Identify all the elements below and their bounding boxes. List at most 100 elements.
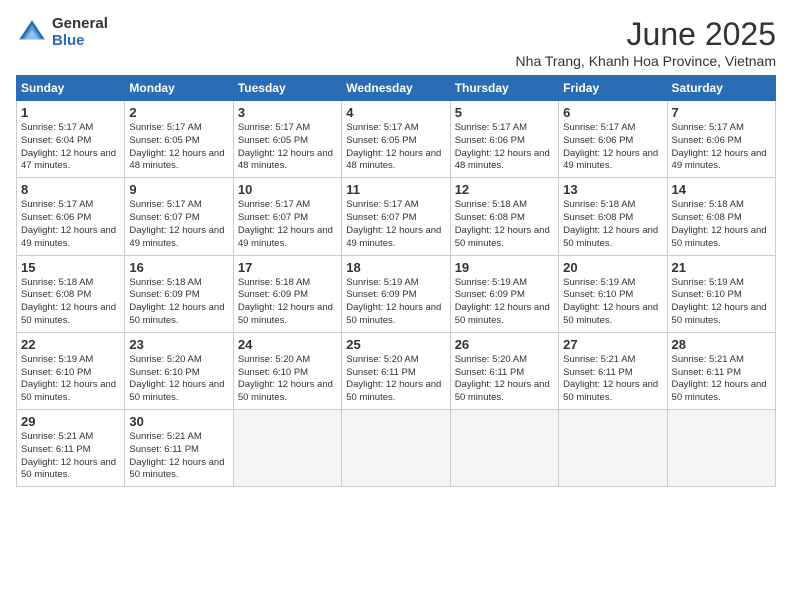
day-info: Sunrise: 5:18 AMSunset: 6:08 PMDaylight:… <box>563 199 662 250</box>
day-number: 30 <box>129 414 228 429</box>
day-info: Sunrise: 5:19 AMSunset: 6:10 PMDaylight:… <box>563 277 662 328</box>
day-info: Sunrise: 5:21 AMSunset: 6:11 PMDaylight:… <box>563 354 662 405</box>
calendar-cell: 25Sunrise: 5:20 AMSunset: 6:11 PMDayligh… <box>342 332 450 409</box>
calendar-week-3: 15 Sunrise: 5:18 AMSunset: 6:08 PMDayligh… <box>17 255 776 332</box>
calendar-cell: 27Sunrise: 5:21 AMSunset: 6:11 PMDayligh… <box>559 332 667 409</box>
calendar-cell: 14 Sunrise: 5:18 AMSunset: 6:08 PMDayligh… <box>667 178 775 255</box>
day-info: Sunrise: 5:17 AMSunset: 6:06 PMDaylight:… <box>563 122 662 173</box>
calendar-cell: 21 Sunrise: 5:19 AMSunset: 6:10 PMDayligh… <box>667 255 775 332</box>
day-info: Sunrise: 5:17 AMSunset: 6:04 PMDaylight:… <box>21 122 120 173</box>
day-number: 13 <box>563 182 662 197</box>
day-number: 10 <box>238 182 337 197</box>
calendar-cell: 2 Sunrise: 5:17 AMSunset: 6:05 PMDaylight… <box>125 101 233 178</box>
calendar-cell: 18Sunrise: 5:19 AMSunset: 6:09 PMDayligh… <box>342 255 450 332</box>
logo-icon <box>16 17 48 49</box>
day-number: 26 <box>455 337 554 352</box>
day-number: 9 <box>129 182 228 197</box>
day-info: Sunrise: 5:18 AMSunset: 6:08 PMDaylight:… <box>21 277 120 328</box>
calendar-cell: 3 Sunrise: 5:17 AMSunset: 6:05 PMDaylight… <box>233 101 341 178</box>
title-block: June 2025 Nha Trang, Khanh Hoa Province,… <box>516 16 776 69</box>
calendar-cell: 5 Sunrise: 5:17 AMSunset: 6:06 PMDaylight… <box>450 101 558 178</box>
calendar-cell: 10Sunrise: 5:17 AMSunset: 6:07 PMDayligh… <box>233 178 341 255</box>
day-number: 8 <box>21 182 120 197</box>
day-info: Sunrise: 5:19 AMSunset: 6:09 PMDaylight:… <box>346 277 445 328</box>
day-number: 1 <box>21 105 120 120</box>
day-number: 2 <box>129 105 228 120</box>
calendar-cell: 20 Sunrise: 5:19 AMSunset: 6:10 PMDayligh… <box>559 255 667 332</box>
day-info: Sunrise: 5:17 AMSunset: 6:05 PMDaylight:… <box>346 122 445 173</box>
day-info: Sunrise: 5:19 AMSunset: 6:09 PMDaylight:… <box>455 277 554 328</box>
calendar-week-1: 1 Sunrise: 5:17 AMSunset: 6:04 PMDaylight… <box>17 101 776 178</box>
calendar-cell: 7 Sunrise: 5:17 AMSunset: 6:06 PMDaylight… <box>667 101 775 178</box>
calendar-cell: 8 Sunrise: 5:17 AMSunset: 6:06 PMDaylight… <box>17 178 125 255</box>
day-number: 24 <box>238 337 337 352</box>
day-number: 4 <box>346 105 445 120</box>
day-header-thursday: Thursday <box>450 76 558 101</box>
calendar-week-2: 8 Sunrise: 5:17 AMSunset: 6:06 PMDaylight… <box>17 178 776 255</box>
day-info: Sunrise: 5:17 AMSunset: 6:06 PMDaylight:… <box>21 199 120 250</box>
day-number: 12 <box>455 182 554 197</box>
calendar-cell <box>233 410 341 487</box>
calendar-cell: 12 Sunrise: 5:18 AMSunset: 6:08 PMDayligh… <box>450 178 558 255</box>
day-info: Sunrise: 5:20 AMSunset: 6:10 PMDaylight:… <box>238 354 337 405</box>
day-number: 22 <box>21 337 120 352</box>
day-info: Sunrise: 5:19 AMSunset: 6:10 PMDaylight:… <box>21 354 120 405</box>
day-info: Sunrise: 5:17 AMSunset: 6:06 PMDaylight:… <box>672 122 771 173</box>
day-number: 6 <box>563 105 662 120</box>
day-info: Sunrise: 5:21 AMSunset: 6:11 PMDaylight:… <box>21 431 120 482</box>
calendar-cell: 17Sunrise: 5:18 AMSunset: 6:09 PMDayligh… <box>233 255 341 332</box>
day-info: Sunrise: 5:21 AMSunset: 6:11 PMDaylight:… <box>672 354 771 405</box>
calendar-cell: 6 Sunrise: 5:17 AMSunset: 6:06 PMDaylight… <box>559 101 667 178</box>
page-header: General Blue June 2025 Nha Trang, Khanh … <box>16 16 776 69</box>
day-header-monday: Monday <box>125 76 233 101</box>
calendar-cell: 30 Sunrise: 5:21 AMSunset: 6:11 PMDayligh… <box>125 410 233 487</box>
calendar-cell: 16 Sunrise: 5:18 AMSunset: 6:09 PMDayligh… <box>125 255 233 332</box>
day-info: Sunrise: 5:18 AMSunset: 6:08 PMDaylight:… <box>455 199 554 250</box>
calendar-cell <box>667 410 775 487</box>
day-number: 25 <box>346 337 445 352</box>
day-info: Sunrise: 5:18 AMSunset: 6:08 PMDaylight:… <box>672 199 771 250</box>
location-text: Nha Trang, Khanh Hoa Province, Vietnam <box>516 53 776 69</box>
month-year-title: June 2025 <box>516 16 776 53</box>
calendar-cell: 29 Sunrise: 5:21 AMSunset: 6:11 PMDayligh… <box>17 410 125 487</box>
logo: General Blue <box>16 16 108 49</box>
calendar-week-5: 29 Sunrise: 5:21 AMSunset: 6:11 PMDayligh… <box>17 410 776 487</box>
day-number: 15 <box>21 260 120 275</box>
day-info: Sunrise: 5:20 AMSunset: 6:10 PMDaylight:… <box>129 354 228 405</box>
day-info: Sunrise: 5:18 AMSunset: 6:09 PMDaylight:… <box>238 277 337 328</box>
day-number: 5 <box>455 105 554 120</box>
day-number: 21 <box>672 260 771 275</box>
calendar-cell: 13 Sunrise: 5:18 AMSunset: 6:08 PMDayligh… <box>559 178 667 255</box>
day-number: 29 <box>21 414 120 429</box>
calendar-cell <box>559 410 667 487</box>
calendar-cell: 24 Sunrise: 5:20 AMSunset: 6:10 PMDayligh… <box>233 332 341 409</box>
calendar-cell: 4 Sunrise: 5:17 AMSunset: 6:05 PMDaylight… <box>342 101 450 178</box>
day-info: Sunrise: 5:17 AMSunset: 6:05 PMDaylight:… <box>129 122 228 173</box>
day-number: 3 <box>238 105 337 120</box>
day-number: 23 <box>129 337 228 352</box>
calendar-cell: 1 Sunrise: 5:17 AMSunset: 6:04 PMDaylight… <box>17 101 125 178</box>
day-info: Sunrise: 5:18 AMSunset: 6:09 PMDaylight:… <box>129 277 228 328</box>
day-number: 11 <box>346 182 445 197</box>
day-info: Sunrise: 5:20 AMSunset: 6:11 PMDaylight:… <box>455 354 554 405</box>
day-info: Sunrise: 5:17 AMSunset: 6:06 PMDaylight:… <box>455 122 554 173</box>
day-number: 20 <box>563 260 662 275</box>
day-number: 7 <box>672 105 771 120</box>
calendar-cell: 22 Sunrise: 5:19 AMSunset: 6:10 PMDayligh… <box>17 332 125 409</box>
day-number: 16 <box>129 260 228 275</box>
day-info: Sunrise: 5:17 AMSunset: 6:05 PMDaylight:… <box>238 122 337 173</box>
calendar-cell: 23 Sunrise: 5:20 AMSunset: 6:10 PMDayligh… <box>125 332 233 409</box>
logo-general: General <box>52 16 108 33</box>
calendar-cell: 19 Sunrise: 5:19 AMSunset: 6:09 PMDayligh… <box>450 255 558 332</box>
day-header-saturday: Saturday <box>667 76 775 101</box>
calendar-cell: 28Sunrise: 5:21 AMSunset: 6:11 PMDayligh… <box>667 332 775 409</box>
day-number: 14 <box>672 182 771 197</box>
calendar-week-4: 22 Sunrise: 5:19 AMSunset: 6:10 PMDayligh… <box>17 332 776 409</box>
day-header-friday: Friday <box>559 76 667 101</box>
day-number: 19 <box>455 260 554 275</box>
day-info: Sunrise: 5:19 AMSunset: 6:10 PMDaylight:… <box>672 277 771 328</box>
day-info: Sunrise: 5:21 AMSunset: 6:11 PMDaylight:… <box>129 431 228 482</box>
logo-blue: Blue <box>52 33 108 50</box>
calendar-header-row: SundayMondayTuesdayWednesdayThursdayFrid… <box>17 76 776 101</box>
calendar-cell: 26 Sunrise: 5:20 AMSunset: 6:11 PMDayligh… <box>450 332 558 409</box>
